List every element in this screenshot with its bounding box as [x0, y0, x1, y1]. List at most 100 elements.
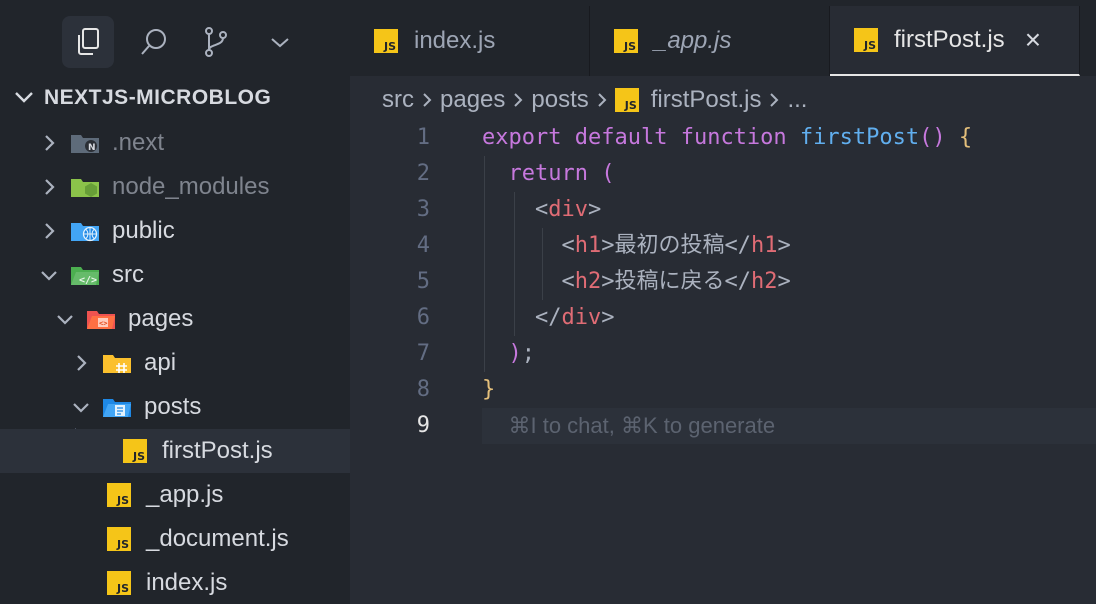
tree-item-label: _app.js	[146, 481, 224, 508]
code-token: function	[680, 125, 787, 150]
explorer-section-header[interactable]: NEXTJS-MICROBLOG	[0, 76, 350, 120]
tree-item-src[interactable]: </> src	[0, 253, 350, 297]
tree-item-label: public	[112, 217, 175, 244]
tab-bar: JS index.js JS _app.js JS firstPost.js ×	[350, 0, 1096, 76]
posts-folder-icon	[102, 395, 132, 419]
code-line-7: );	[482, 336, 536, 372]
code-token: >	[587, 197, 602, 222]
code-token: div	[561, 305, 602, 330]
js-badge: JS	[107, 571, 131, 595]
code-token: )	[508, 341, 522, 366]
code-token: h1	[750, 233, 778, 258]
close-icon[interactable]: ×	[1025, 26, 1041, 54]
chevron-right-icon	[769, 92, 779, 108]
line-number: 6	[416, 305, 430, 330]
tree-item-node-modules[interactable]: node_modules	[0, 165, 350, 209]
line-number: 9	[416, 413, 430, 438]
tree-item-label: index.js	[146, 569, 228, 596]
code-token: export	[482, 125, 562, 150]
js-badge: JS	[123, 439, 147, 463]
explorer-button[interactable]	[62, 16, 114, 68]
more-views-button[interactable]	[254, 16, 306, 68]
chevron-down-icon	[271, 38, 289, 48]
breadcrumb-item[interactable]: ...	[787, 86, 807, 114]
tree-item-label: api	[144, 349, 177, 376]
chevron-right-icon	[40, 134, 58, 152]
explorer-icon	[78, 28, 99, 55]
code-token: {	[958, 125, 973, 150]
pages-folder-icon: <>	[86, 307, 116, 331]
code-line-4: <h1>最初の投稿</h1>	[482, 233, 791, 258]
js-file-icon: JS	[614, 29, 638, 53]
tree-item-document[interactable]: JS _document.js	[0, 517, 350, 561]
chevron-down-icon	[72, 398, 90, 416]
code-token: }	[482, 377, 496, 402]
code-token: ;	[521, 341, 535, 366]
source-control-button[interactable]	[190, 16, 242, 68]
search-button[interactable]	[128, 16, 180, 68]
code-token: h2	[750, 269, 778, 294]
code-token: <	[534, 197, 549, 222]
tree-item-next[interactable]: N .next	[0, 121, 350, 165]
tab-label: firstPost.js	[894, 26, 1005, 53]
js-file-icon: JS	[104, 483, 134, 507]
code-line-5: <h2>投稿に戻る</h2>	[482, 269, 791, 294]
tab-app-js[interactable]: JS _app.js	[590, 6, 830, 76]
code-token: (	[601, 161, 615, 186]
code-line-1: export default function firstPost() {	[482, 120, 972, 156]
tree-item-label: pages	[128, 305, 194, 332]
code-token: return	[508, 161, 588, 186]
js-badge: JS	[107, 483, 131, 507]
js-file-icon: JS	[104, 571, 134, 595]
line-number: 3	[416, 197, 430, 222]
code-token: default	[574, 125, 668, 150]
js-file-icon: JS	[854, 28, 878, 52]
code-token: div	[548, 197, 588, 222]
node-folder-icon	[70, 175, 100, 199]
tree-item-posts[interactable]: posts	[0, 385, 350, 429]
code-token: 投稿に戻る	[614, 269, 725, 294]
tab-index-js[interactable]: JS index.js	[350, 6, 590, 76]
line-number: 2	[416, 161, 430, 186]
tree-item-api[interactable]: api	[0, 341, 350, 385]
line-number: 7	[416, 341, 430, 366]
tab-firstpost-js[interactable]: JS firstPost.js ×	[830, 6, 1080, 76]
chevron-down-icon	[56, 310, 74, 328]
line-number: 8	[416, 377, 430, 402]
chevron-right-icon	[597, 92, 607, 108]
chevron-right-icon	[40, 178, 58, 196]
code-editor[interactable]: 1 2 3 4 5 6 7 8 9 export default functio…	[350, 120, 1096, 604]
activity-bar	[0, 0, 350, 76]
line-number: 5	[416, 269, 430, 294]
chevron-right-icon	[422, 92, 432, 108]
breadcrumb-item[interactable]: firstPost.js	[651, 86, 762, 114]
chevron-right-icon	[513, 92, 523, 108]
js-file-icon: JS	[614, 88, 639, 112]
api-folder-icon	[102, 351, 132, 375]
svg-text:N: N	[88, 143, 96, 153]
project-title: NEXTJS-MICROBLOG	[44, 86, 272, 109]
tab-label: index.js	[414, 27, 496, 54]
svg-text:<>: <>	[99, 320, 107, 328]
search-icon	[141, 29, 166, 55]
breadcrumb-item[interactable]: pages	[440, 86, 505, 114]
tree-item-label: _document.js	[146, 525, 289, 552]
code-line-8: }	[482, 372, 495, 408]
tree-item-public[interactable]: public	[0, 209, 350, 253]
code-token: firstPost	[799, 125, 920, 150]
code-line-3: <div>	[482, 192, 601, 228]
breadcrumb: src pages posts JS firstPost.js ...	[382, 80, 807, 120]
public-folder-icon	[70, 219, 100, 243]
tree-item-pages[interactable]: <> pages	[0, 297, 350, 341]
tree-item-label: posts	[144, 393, 202, 420]
tree-item-label: src	[112, 261, 144, 288]
tree-item-app[interactable]: JS _app.js	[0, 473, 350, 517]
code-line-9: ⌘I to chat, ⌘K to generate	[482, 408, 776, 444]
code-token: h2	[574, 269, 602, 294]
tree-item-label: node_modules	[112, 173, 270, 200]
tree-item-index[interactable]: JS index.js	[0, 561, 350, 604]
tree-item-firstpost[interactable]: JS firstPost.js	[0, 429, 350, 473]
breadcrumb-item[interactable]: src	[382, 86, 414, 114]
chevron-right-icon	[40, 222, 58, 240]
breadcrumb-item[interactable]: posts	[531, 86, 588, 114]
